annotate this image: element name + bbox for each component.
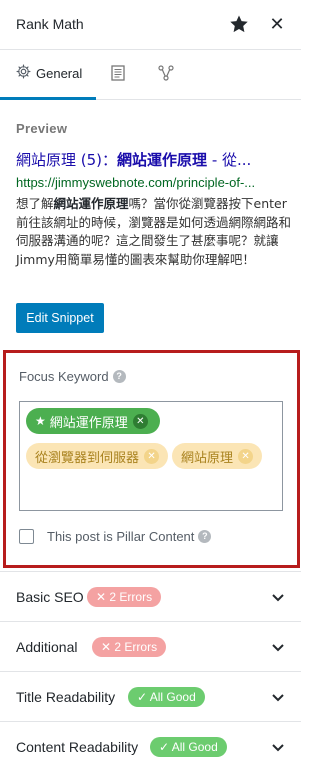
serp-title-suffix: - 從... [207, 151, 252, 169]
tab-general-label: General [36, 66, 83, 81]
preview-section: Preview 網站原理 (5)：網站運作原理 - 從... https://j… [0, 101, 301, 349]
pillar-content-option[interactable]: This post is Pillar Content ? [19, 529, 212, 544]
chevron-down-icon [270, 739, 286, 755]
keyword-tag-primary[interactable]: ★ 網站運作原理 ✕ [26, 408, 160, 434]
status-badge: ✕ 2 Errors [87, 586, 162, 607]
gear-icon [16, 64, 31, 84]
sidebar-header: Rank Math ✕ [0, 0, 301, 50]
help-icon[interactable]: ? [198, 530, 212, 543]
keyword-tag-secondary[interactable]: 從瀏覽器到伺服器 ✕ [26, 443, 168, 469]
serp-desc-keyword: 網站運作原理 [53, 196, 129, 211]
serp-title-prefix: 網站原理 (5)： [16, 151, 118, 169]
tab-snippet[interactable] [104, 50, 132, 100]
keyword-tag-label: 從瀏覽器到伺服器 [35, 450, 140, 466]
snippet-icon [111, 64, 125, 86]
preview-heading: Preview [16, 121, 68, 136]
tab-schema[interactable] [152, 50, 180, 100]
remove-keyword-icon[interactable]: ✕ [238, 448, 254, 464]
chevron-down-icon [270, 689, 286, 705]
star-icon: ★ [35, 414, 46, 428]
status-badge: ✓ All Good [150, 736, 227, 757]
close-icon[interactable]: ✕ [268, 14, 286, 34]
serp-title[interactable]: 網站原理 (5)：網站運作原理 - 從... [16, 149, 291, 170]
keyword-tag-label: 網站運作原理 [49, 415, 128, 431]
section-title: Basic SEO [16, 588, 84, 605]
chevron-down-icon [270, 639, 286, 655]
section-title-readability[interactable]: Title Readability ✓ All Good [0, 671, 301, 721]
panel-title: Rank Math [16, 16, 84, 32]
edit-snippet-button[interactable]: Edit Snippet [16, 303, 104, 333]
status-badge: ✓ All Good [128, 686, 205, 707]
serp-desc-start: 想了解 [16, 196, 54, 211]
remove-keyword-icon[interactable]: ✕ [144, 448, 160, 464]
help-icon[interactable]: ? [112, 370, 126, 383]
schema-icon [158, 64, 174, 86]
section-content-readability[interactable]: Content Readability ✓ All Good [0, 721, 301, 771]
section-title: Content Readability [16, 738, 139, 755]
serp-title-keyword: 網站運作原理 [117, 151, 208, 169]
serp-url[interactable]: https://jimmyswebnote.com/principle-of-.… [16, 175, 291, 190]
section-title: Additional [16, 638, 78, 655]
tab-general[interactable]: General [0, 50, 96, 100]
focus-keyword-panel: Focus Keyword ? ★ 網站運作原理 ✕ 從瀏覽器到伺服器 ✕ 網站… [3, 350, 300, 568]
focus-keyword-label-text: Focus Keyword [19, 369, 109, 384]
focus-keyword-input[interactable]: ★ 網站運作原理 ✕ 從瀏覽器到伺服器 ✕ 網站原理 ✕ [19, 401, 283, 511]
pillar-content-label: This post is Pillar Content [47, 529, 195, 544]
status-badge: ✕ 2 Errors [92, 636, 167, 657]
remove-keyword-icon[interactable]: ✕ [132, 413, 148, 429]
tab-bar: General [0, 50, 301, 100]
section-basic-seo[interactable]: Basic SEO ✕ 2 Errors [0, 571, 301, 621]
serp-description[interactable]: 想了解網站運作原理嗎？當你從瀏覽器按下enter前往該網址的時候，瀏覽器是如何透… [16, 195, 296, 269]
section-additional[interactable]: Additional ✕ 2 Errors [0, 621, 301, 671]
chevron-down-icon [270, 589, 286, 605]
keyword-tag-label: 網站原理 [181, 450, 234, 466]
star-icon[interactable] [229, 14, 249, 34]
keyword-tag-secondary[interactable]: 網站原理 ✕ [172, 443, 262, 469]
section-title: Title Readability [16, 688, 116, 705]
pillar-content-checkbox[interactable] [19, 529, 34, 544]
focus-keyword-label: Focus Keyword ? [19, 369, 126, 384]
